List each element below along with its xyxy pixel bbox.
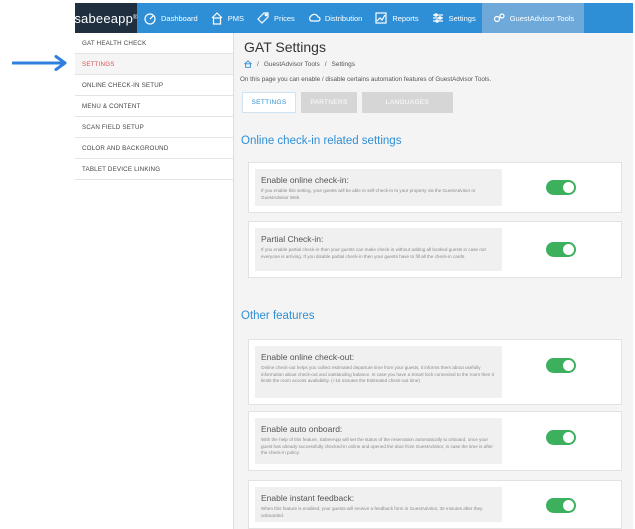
nav-pms-label: PMS: [227, 13, 244, 23]
auto-onboard-toggle[interactable]: [546, 430, 576, 445]
partial-check-in-toggle[interactable]: [546, 242, 576, 257]
sidebar-item-settings[interactable]: SETTINGS: [75, 54, 233, 75]
reports-icon: [374, 11, 388, 25]
sidebar-item-online-check-in-setup[interactable]: ONLINE CHECK-IN SETUP: [75, 75, 233, 96]
settings-icon: [431, 11, 445, 25]
sidebar-item-label: GAT HEALTH CHECK: [82, 39, 147, 47]
setting-card-partial-check-in: Partial Check-in: If you enable partial …: [248, 221, 622, 278]
nav-settings-label: Settings: [448, 13, 476, 23]
home-icon[interactable]: [244, 60, 252, 68]
nav-pms[interactable]: PMS: [204, 3, 250, 33]
sidebar-item-label: TABLET DEVICE LINKING: [82, 165, 161, 173]
tab-bar: SETTINGS PARTNERS LANGUAGES: [242, 92, 453, 113]
sidebar-item-label: MENU & CONTENT: [82, 102, 141, 110]
toggle-knob: [563, 182, 574, 193]
tab-languages[interactable]: LANGUAGES: [362, 92, 453, 113]
setting-text: Enable online check-in: If you enable th…: [255, 169, 502, 206]
nav-dashboard[interactable]: Dashboard: [137, 3, 204, 33]
sidebar-item-gat-health-check[interactable]: GAT HEALTH CHECK: [75, 33, 233, 54]
nav-settings[interactable]: Settings: [425, 3, 482, 33]
setting-title: Partial Check-in:: [261, 234, 324, 244]
nav-prices[interactable]: Prices: [250, 3, 301, 33]
sidebar-item-label: SCAN FIELD SETUP: [82, 123, 144, 131]
sidebar-item-scan-field-setup[interactable]: SCAN FIELD SETUP: [75, 117, 233, 138]
breadcrumb: / GuestAdvisor Tools / Settings: [244, 60, 355, 68]
nav-reports-label: Reports: [392, 13, 419, 23]
sidebar-item-menu-content[interactable]: MENU & CONTENT: [75, 96, 233, 117]
breadcrumb-settings: Settings: [331, 60, 356, 68]
page-title: GAT Settings: [244, 39, 326, 55]
nav-distribution[interactable]: Distribution: [301, 3, 369, 33]
setting-title: Enable instant feedback:: [261, 493, 355, 503]
app-root: sabeeapp ® Dashboard PMS Prices Distribut…: [0, 0, 635, 529]
distribution-icon: [307, 11, 321, 25]
setting-description: If you enable this setting, your guests …: [261, 188, 476, 200]
setting-text: Enable instant feedback: When this featu…: [255, 487, 502, 522]
brand-logo[interactable]: sabeeapp ®: [74, 3, 137, 33]
online-check-in-toggle[interactable]: [546, 180, 576, 195]
setting-description: When this feature is enabled, your guest…: [261, 506, 483, 518]
setting-description: Online check-out helps you collect estim…: [261, 365, 494, 384]
arrow-pointer-icon: [12, 55, 67, 71]
sidebar-item-tablet-device-linking[interactable]: TABLET DEVICE LINKING: [75, 159, 233, 180]
section-title-other-features: Other features: [241, 310, 315, 322]
setting-description: If you enable partial check-in then your…: [261, 247, 486, 259]
toggle-knob: [563, 360, 574, 371]
nav-dashboard-label: Dashboard: [161, 13, 198, 23]
setting-description: With the help of this feature, SabeeApp …: [261, 437, 493, 456]
pms-icon: [210, 11, 224, 25]
toggle-knob: [563, 244, 574, 255]
sidebar-item-label: ONLINE CHECK-IN SETUP: [82, 81, 164, 89]
nav-prices-label: Prices: [273, 13, 295, 23]
setting-title: Enable online check-in:: [261, 175, 349, 185]
toggle-knob: [563, 500, 574, 511]
online-check-out-toggle[interactable]: [546, 358, 576, 373]
sidebar: GAT HEALTH CHECK SETTINGS ONLINE CHECK-I…: [75, 33, 233, 180]
setting-card-online-check-in: Enable online check-in: If you enable th…: [248, 162, 622, 213]
sidebar-item-label: SETTINGS: [82, 60, 115, 68]
nav-reports[interactable]: Reports: [368, 3, 424, 33]
setting-text: Enable auto onboard: With the help of th…: [255, 418, 502, 464]
instant-feedback-toggle[interactable]: [546, 498, 576, 513]
guestadvisor-icon: [492, 11, 506, 25]
section-title-online-check-in: Online check-in related settings: [241, 135, 402, 147]
nav-guestadvisor-tools[interactable]: GuestAdvisor Tools: [481, 3, 585, 33]
setting-card-auto-onboard: Enable auto onboard: With the help of th…: [248, 411, 622, 471]
nav-distribution-label: Distribution: [324, 13, 363, 23]
setting-card-instant-feedback: Enable instant feedback: When this featu…: [248, 480, 622, 529]
page-description: On this page you can enable / disable ce…: [240, 76, 492, 83]
sidebar-item-label: COLOR AND BACKGROUND: [82, 144, 169, 152]
setting-text: Enable online check-out: Online check-ou…: [255, 346, 502, 398]
setting-card-online-check-out: Enable online check-out: Online check-ou…: [248, 339, 622, 405]
setting-title: Enable auto onboard:: [261, 424, 343, 434]
toggle-knob: [563, 432, 574, 443]
breadcrumb-separator: /: [324, 60, 327, 68]
breadcrumb-guestadvisor-tools[interactable]: GuestAdvisor Tools: [264, 61, 320, 68]
dashboard-icon: [143, 11, 157, 25]
sidebar-item-color-background[interactable]: COLOR AND BACKGROUND: [75, 138, 233, 159]
breadcrumb-separator: /: [257, 60, 259, 68]
top-navigation: sabeeapp ® Dashboard PMS Prices Distribut…: [74, 3, 633, 33]
nav-guestadvisor-label: GuestAdvisor Tools: [509, 13, 575, 23]
setting-text: Partial Check-in: If you enable partial …: [255, 228, 502, 271]
tab-partners[interactable]: PARTNERS: [301, 92, 357, 113]
prices-icon: [256, 11, 270, 25]
main-content: GAT Settings / GuestAdvisor Tools / Sett…: [234, 33, 633, 529]
tab-settings[interactable]: SETTINGS: [242, 92, 296, 113]
setting-title: Enable online check-out:: [261, 352, 355, 362]
